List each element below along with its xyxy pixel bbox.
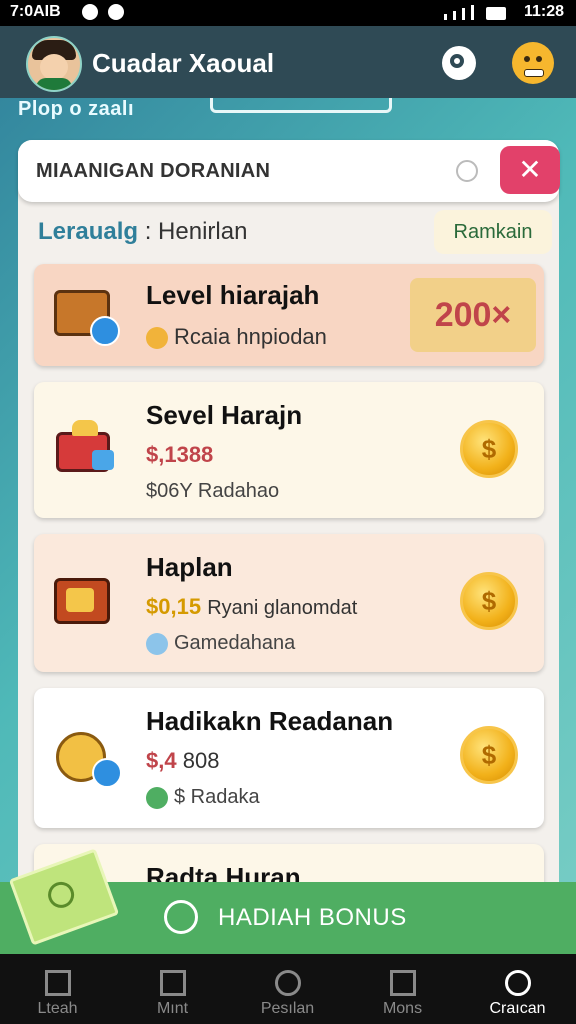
reward-amount[interactable]: 200× [410, 278, 536, 352]
pizza-icon [54, 728, 122, 788]
nav-item-3[interactable]: Pesılan [230, 954, 345, 1024]
card-price: $0,15 Ryani glanomdat [146, 594, 358, 619]
status-time-right: 11:28 [523, 3, 564, 20]
nav-item-home[interactable]: Lteah [0, 954, 115, 1024]
nav-item-2[interactable]: Mınt [115, 954, 230, 1024]
section-label: Leraualg : Henirlan [38, 218, 247, 246]
emoji-button[interactable] [512, 42, 554, 84]
card-detail: $06Y Radahao [146, 480, 280, 502]
wifi-icon [82, 4, 98, 20]
status-bar: 7:0AIB 11:28 [0, 0, 576, 26]
card-detail: Gamedahana [146, 632, 295, 655]
profile-icon [504, 970, 531, 996]
tab-indicator [210, 98, 392, 113]
subheader-text: Plop o zaalı [18, 98, 135, 120]
bonus-button[interactable]: HADIAH BONUS [160, 882, 460, 954]
coin-icon[interactable]: $ [460, 572, 518, 630]
image-icon [389, 970, 416, 996]
home-icon [44, 970, 71, 996]
tv-box-icon [54, 574, 118, 630]
avatar[interactable] [26, 36, 82, 92]
section-label-accent: Leraualg [38, 218, 139, 245]
card-title: Hadikakn Readanan [146, 706, 394, 736]
card-title: Haplan [146, 552, 233, 582]
battery-icon [486, 7, 506, 20]
signal-icon [444, 5, 506, 20]
card-title: Level hiarajah [146, 280, 320, 310]
reward-card-4[interactable]: Hadikakn Readanan $,4 808 $ Radaka $ [34, 688, 544, 828]
app-bar: Cuadar Xaoual [0, 26, 576, 98]
coin-icon[interactable]: $ [460, 420, 518, 478]
nav-item-profile[interactable]: Craıcan [460, 954, 575, 1024]
nav-item-4[interactable]: Mons [345, 954, 460, 1024]
treasure-chest-icon [54, 286, 120, 346]
close-button[interactable]: ✕ [500, 146, 560, 194]
coin-icon[interactable]: $ [460, 726, 518, 784]
circle-icon [274, 970, 301, 996]
search-input[interactable]: MIAANIGAN DORANIAN [36, 160, 270, 183]
badge-icon [146, 786, 168, 809]
status-time-left: 7:0AIB [10, 3, 61, 20]
rank-button[interactable]: Ramkain [434, 210, 552, 254]
card-detail: $ Radaka [146, 786, 260, 809]
section-label-rest: : Henirlan [138, 218, 248, 245]
card-subtitle: Rcaia hnpiodan [146, 324, 327, 350]
card-price: $,1388 [146, 442, 214, 467]
card-title: Sevel Harajn [146, 400, 303, 430]
gift-box-icon [54, 420, 118, 476]
coin-icon [146, 327, 168, 350]
magnifier-icon [456, 160, 478, 182]
card-price: $,4 808 [146, 748, 220, 773]
chat-icon [146, 632, 168, 655]
search-button[interactable] [442, 46, 476, 80]
notification-icon [108, 4, 124, 20]
app-title: Cuadar Xaoual [92, 48, 275, 78]
reward-card-3[interactable]: Haplan $0,15 Ryani glanomdat Gamedahana … [34, 534, 544, 672]
square-icon [159, 970, 186, 996]
search-icon [450, 54, 464, 68]
search-bar[interactable]: MIAANIGAN DORANIAN [18, 140, 559, 202]
reward-card-2[interactable]: Sevel Harajn $,1388 $06Y Radahao $ [34, 382, 544, 518]
bottom-nav: Lteah Mınt Pesılan Mons Craıcan [0, 954, 576, 1024]
reward-card-1[interactable]: Level hiarajah Rcaia hnpiodan 200× [34, 264, 544, 366]
